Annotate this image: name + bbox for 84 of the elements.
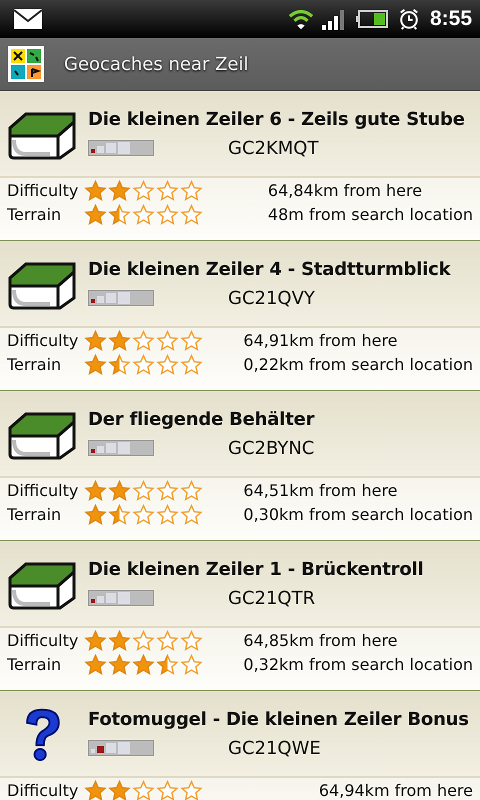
star-icon [84,504,108,525]
terrain-label: Terrain [7,204,62,225]
search-distance-text: 0,30km from search location [243,504,473,525]
distance-text: 64,91km from here [243,330,399,351]
star-icon [180,780,204,800]
star-icon [84,354,108,375]
star-icon [156,630,180,651]
star-icon [132,654,156,675]
star-icon [132,180,156,201]
star-icon [84,204,108,225]
star-icon [108,504,132,525]
star-icon [108,354,132,375]
difficulty-label: Difficulty [7,780,78,800]
size-indicator [88,290,154,306]
star-icon [84,780,108,800]
star-icon [180,480,204,501]
star-icon [156,354,180,375]
star-icon [156,654,180,675]
star-icon [156,780,180,800]
cache-code: GC2KMQT [228,138,318,158]
star-icon [180,630,204,651]
star-icon [132,780,156,800]
size-indicator [88,140,154,156]
star-icon [84,180,108,201]
cache-name: Der fliegende Behälter [88,408,314,430]
star-icon [180,204,204,225]
search-distance-text: 0,32km from search location [243,654,473,675]
star-icon [108,780,132,800]
star-icon [156,504,180,525]
size-indicator [88,740,154,756]
star-icon [84,330,108,351]
distance-text: 64,94km from here [318,780,473,800]
window-title: Geocaches near Zeil [64,54,248,74]
star-icon [156,480,180,501]
difficulty-label: Difficulty [7,480,78,501]
search-distance-text: 48m from search location [268,204,473,225]
cache-name: Die kleinen Zeiler 6 - Zeils gute Stube [88,108,465,130]
cache-code: GC21QWE [228,738,321,758]
cache-code: GC2BYNC [228,438,314,458]
star-icon [84,480,108,501]
star-icon [84,654,108,675]
star-icon [156,204,180,225]
star-icon [132,330,156,351]
star-icon [108,204,132,225]
star-icon [132,354,156,375]
cache-name: Die kleinen Zeiler 1 - Brückentroll [88,558,424,580]
star-icon [132,630,156,651]
difficulty-label: Difficulty [7,180,78,201]
star-icon [108,180,132,201]
cache-name: Fotomuggel - Die kleinen Zeiler Bonus [88,708,469,730]
star-icon [132,504,156,525]
clock-time: 8:55 [430,7,472,31]
cache-code: GC21QVY [228,288,315,308]
star-icon [108,630,132,651]
star-icon [132,480,156,501]
star-icon [84,630,108,651]
app-logo-icon [8,46,44,82]
size-indicator [88,590,154,606]
cache-code: GC21QTR [228,588,316,608]
star-icon [108,330,132,351]
star-icon [108,654,132,675]
star-icon [180,504,204,525]
battery-icon [356,9,388,29]
distance-text: 64,85km from here [243,630,399,651]
terrain-label: Terrain [7,504,62,525]
wifi-icon [288,8,314,30]
terrain-label: Terrain [7,654,62,675]
star-icon [132,204,156,225]
distance-text: 64,51km from here [243,480,399,501]
star-icon [108,480,132,501]
star-icon [180,330,204,351]
size-indicator [88,440,154,456]
star-icon [180,180,204,201]
star-icon [180,654,204,675]
distance-text: 64,84km from here [268,180,424,201]
search-distance-text: 0,22km from search location [243,354,473,375]
mail-icon [14,9,42,29]
cache-name: Die kleinen Zeiler 4 - Stadtturmblick [88,258,450,280]
terrain-label: Terrain [7,354,62,375]
difficulty-label: Difficulty [7,630,78,651]
star-icon [156,180,180,201]
star-icon [180,354,204,375]
difficulty-label: Difficulty [7,330,78,351]
star-icon [156,330,180,351]
